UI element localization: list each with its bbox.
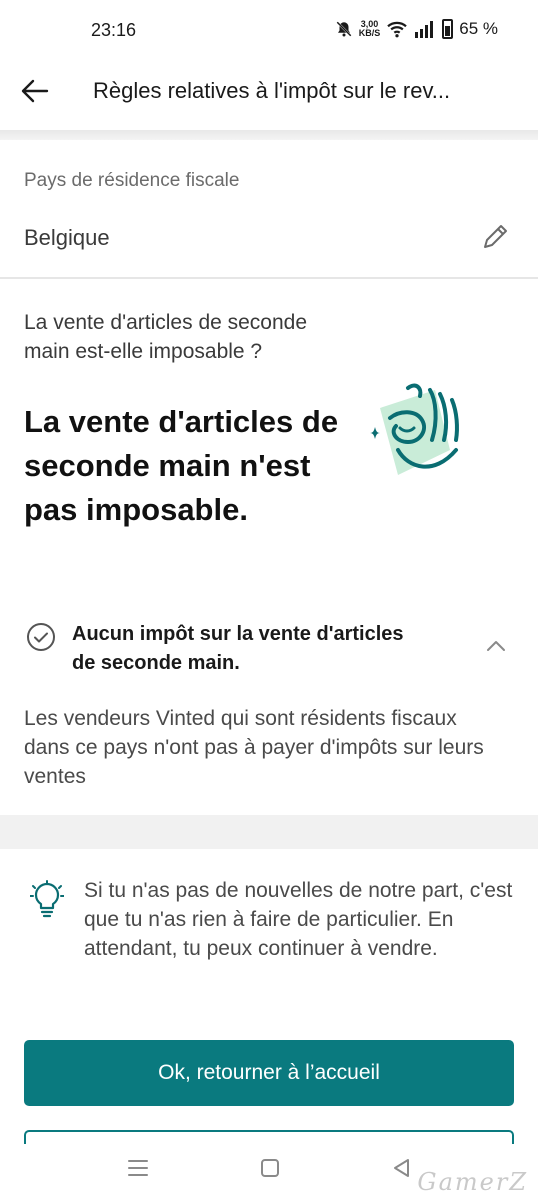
arrow-left-icon bbox=[21, 79, 49, 103]
check-circle-icon bbox=[26, 622, 56, 652]
mute-icon bbox=[336, 21, 352, 37]
network-speed: 3,00 KB/S bbox=[359, 20, 381, 38]
secondary-button[interactable] bbox=[24, 1130, 514, 1144]
status-time: 23:16 bbox=[91, 20, 137, 40]
menu-icon bbox=[128, 1160, 148, 1176]
accordion-body: Les vendeurs Vinted qui sont résidents f… bbox=[24, 707, 484, 788]
back-nav-button[interactable] bbox=[390, 1156, 414, 1180]
battery-level: 65 % bbox=[459, 19, 498, 38]
tip-text: Si tu n'as pas de nouvelles de notre par… bbox=[84, 879, 513, 960]
edit-residence-button[interactable] bbox=[480, 220, 512, 252]
back-button[interactable] bbox=[20, 76, 50, 106]
return-home-button[interactable]: Ok, retourner à l’accueil bbox=[24, 1040, 514, 1106]
triangle-back-icon bbox=[394, 1159, 409, 1177]
residence-label: Pays de résidence fiscale bbox=[24, 170, 240, 191]
lightbulb-icon bbox=[29, 880, 65, 920]
section-divider bbox=[0, 277, 538, 279]
status-icons: 3,00 KB/S 65 % bbox=[335, 19, 498, 39]
app-bar: Règles relatives à l'impôt sur le rev... bbox=[0, 62, 538, 130]
signal-icon bbox=[415, 21, 434, 38]
battery-icon bbox=[442, 19, 454, 39]
watermark: GamerZ bbox=[417, 1168, 528, 1196]
chevron-up-icon bbox=[487, 641, 505, 651]
section-separator bbox=[0, 815, 538, 849]
square-icon bbox=[261, 1159, 279, 1177]
speed-unit: KB/S bbox=[358, 28, 381, 38]
accordion-title[interactable]: Aucun impôt sur la vente d'articles de s… bbox=[72, 620, 412, 678]
page-title: Règles relatives à l'impôt sur le rev... bbox=[93, 78, 451, 103]
app-bar-divider bbox=[0, 130, 538, 140]
recent-apps-button[interactable] bbox=[126, 1156, 150, 1180]
residence-value: Belgique bbox=[24, 225, 110, 250]
tax-question: La vente d'articles de seconde main est-… bbox=[24, 311, 308, 363]
collapse-accordion-button[interactable] bbox=[484, 636, 508, 656]
wifi-icon bbox=[387, 21, 407, 38]
status-bar: 23:16 3,00 KB/S 65 % bbox=[0, 0, 538, 62]
ok-hand-illustration bbox=[360, 378, 480, 488]
pencil-icon bbox=[484, 225, 507, 248]
tax-answer: La vente d'articles de seconde main n'es… bbox=[24, 404, 339, 527]
home-nav-button[interactable] bbox=[258, 1156, 282, 1180]
